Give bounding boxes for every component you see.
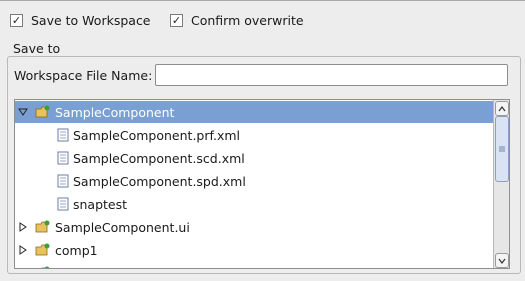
file-icon	[55, 197, 71, 211]
scroll-up-button[interactable]	[495, 101, 509, 116]
top-divider	[0, 0, 525, 1]
tree-item-samplecomponent-ui[interactable]: SampleComponent.ui	[15, 216, 495, 238]
expand-arrow-down-icon[interactable]	[18, 107, 28, 117]
tree-item-label: comp1	[55, 242, 98, 258]
tree-item-label: SampleComponent.ui	[55, 219, 190, 235]
save-to-workspace-checkbox[interactable]: ✓ Save to Workspace	[10, 12, 151, 28]
workspace-file-name-label: Workspace File Name:	[14, 68, 153, 83]
tree-scrollbar[interactable]	[493, 100, 509, 268]
expand-arrow-right-icon[interactable]	[18, 245, 28, 255]
checkmark-icon: ✓	[170, 13, 183, 27]
tree-item-comp1[interactable]: comp1	[15, 239, 495, 261]
tree-item-partial[interactable]	[15, 262, 495, 268]
tree-item-samplecomponent[interactable]: SampleComponent	[15, 101, 495, 123]
xml-file-icon	[55, 128, 71, 142]
tree-item-label: SampleComponent.spd.xml	[73, 173, 246, 189]
tree-item-spd-xml[interactable]: SampleComponent.spd.xml	[15, 170, 495, 192]
checkmark-icon: ✓	[10, 13, 23, 27]
tree-item-label: SampleComponent.prf.xml	[73, 127, 240, 143]
project-folder-icon	[35, 105, 51, 119]
tree-item-snaptest[interactable]: snaptest	[15, 193, 495, 215]
project-folder-icon	[35, 266, 51, 268]
workspace-file-name-input[interactable]	[155, 64, 508, 86]
save-to-group-label: Save to	[11, 41, 63, 56]
scroll-thumb[interactable]	[495, 116, 509, 182]
tree-item-label: snaptest	[73, 196, 128, 212]
workspace-tree[interactable]: SampleComponent SampleComponent.prf.xml …	[14, 99, 510, 269]
project-folder-icon	[35, 220, 51, 234]
scroll-down-button[interactable]	[495, 253, 509, 268]
project-folder-icon	[35, 243, 51, 257]
tree-item-scd-xml[interactable]: SampleComponent.scd.xml	[15, 147, 495, 169]
tree-item-prf-xml[interactable]: SampleComponent.prf.xml	[15, 124, 495, 146]
tree-item-label: SampleComponent	[55, 104, 175, 120]
xml-file-icon	[55, 151, 71, 165]
expand-arrow-right-icon[interactable]	[18, 222, 28, 232]
tree-item-label: SampleComponent.scd.xml	[73, 150, 245, 166]
confirm-overwrite-checkbox[interactable]: ✓ Confirm overwrite	[170, 12, 304, 28]
save-to-workspace-label: Save to Workspace	[31, 12, 151, 28]
xml-file-icon	[55, 174, 71, 188]
confirm-overwrite-label: Confirm overwrite	[191, 12, 304, 28]
